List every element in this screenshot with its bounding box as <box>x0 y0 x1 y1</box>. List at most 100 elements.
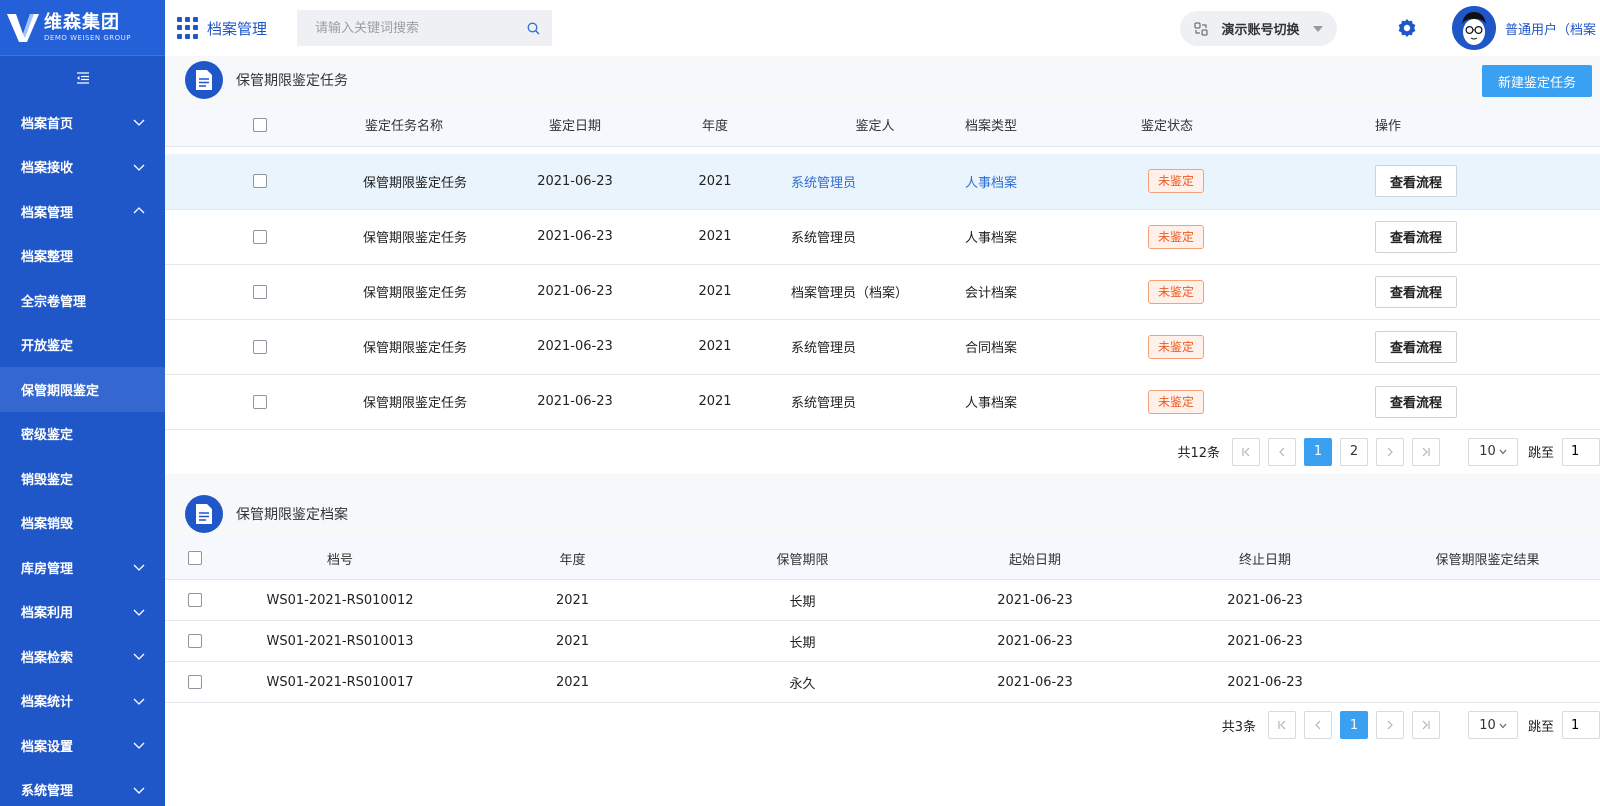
view-flow-button[interactable]: 查看流程 <box>1375 275 1457 308</box>
last-page-button[interactable] <box>1411 437 1440 466</box>
next-page-button[interactable] <box>1375 437 1404 466</box>
page-number-button[interactable]: 1 <box>1303 437 1332 466</box>
new-task-button[interactable]: 新建鉴定任务 <box>1482 65 1592 97</box>
prev-page-button[interactable] <box>1267 437 1296 466</box>
sidebar-item[interactable]: 密级鉴定 <box>0 412 165 457</box>
chevron-down-icon <box>133 695 145 707</box>
archive-section-header: 保管期限鉴定档案 <box>165 489 1600 538</box>
sidebar-item[interactable]: 开放鉴定 <box>0 323 165 368</box>
last-page-button[interactable] <box>1411 711 1440 739</box>
task-year: 2021 <box>645 319 785 375</box>
col-period: 保管期限 <box>690 537 915 580</box>
table-row[interactable]: WS01-2021-RS010013 2021 长期 2021-06-23 2021-0… <box>165 620 1600 662</box>
first-page-button[interactable] <box>1231 437 1260 466</box>
sidebar-item-label: 档案整理 <box>21 250 74 266</box>
prev-page-button[interactable] <box>1303 711 1332 739</box>
sidebar-item[interactable]: 档案首页 <box>0 100 165 145</box>
select-all-checkbox[interactable] <box>253 117 267 132</box>
archive-start: 2021-06-23 <box>915 661 1155 703</box>
archive-table: 档号 年度 保管期限 起始日期 终止日期 保管期限鉴定结果 WS01-2021-… <box>165 537 1600 703</box>
search-input[interactable] <box>315 20 516 36</box>
archive-period: 永久 <box>690 661 915 703</box>
module-title[interactable]: 档案管理 <box>207 18 267 39</box>
sidebar-item[interactable]: 系统管理 <box>0 768 165 806</box>
view-flow-button[interactable]: 查看流程 <box>1375 220 1457 253</box>
table-row[interactable]: 保管期限鉴定任务 2021-06-23 2021 系统管理员 人事档案 未鉴定 查看流程 <box>165 154 1600 210</box>
row-checkbox[interactable] <box>253 229 267 244</box>
sidebar-item[interactable]: 档案设置 <box>0 723 165 768</box>
sidebar-item[interactable]: 全宗卷管理 <box>0 278 165 323</box>
sidebar-item[interactable]: 档案检索 <box>0 634 165 679</box>
col-date: 鉴定日期 <box>505 104 645 147</box>
sidebar-item[interactable]: 档案管理 <box>0 189 165 234</box>
row-checkbox[interactable] <box>188 675 202 689</box>
row-checkbox[interactable] <box>253 174 267 189</box>
switch-account-icon <box>1194 22 1208 35</box>
settings-button[interactable] <box>1397 18 1417 42</box>
status-badge: 未鉴定 <box>1148 334 1205 359</box>
archive-period: 长期 <box>690 579 915 621</box>
task-name: 保管期限鉴定任务 <box>355 319 505 375</box>
next-page-button[interactable] <box>1375 711 1404 739</box>
jump-page-input[interactable] <box>1562 711 1600 739</box>
search-box[interactable] <box>297 10 553 46</box>
task-section-header: 保管期限鉴定任务 新建鉴定任务 <box>165 56 1600 104</box>
table-row[interactable]: WS01-2021-RS010017 2021 永久 2021-06-23 2021-0… <box>165 661 1600 703</box>
sidebar-item[interactable]: 档案接收 <box>0 145 165 190</box>
table-row[interactable]: 保管期限鉴定任务 2021-06-23 2021 系统管理员 人事档案 未鉴定 查看流程 <box>165 374 1600 430</box>
sidebar-item[interactable]: 档案利用 <box>0 590 165 635</box>
archive-period: 长期 <box>690 620 915 662</box>
select-all-checkbox[interactable] <box>188 551 202 566</box>
jump-page-input[interactable] <box>1562 437 1600 466</box>
account-switch-dropdown[interactable]: 演示账号切换 <box>1180 11 1337 46</box>
account-switch-label: 演示账号切换 <box>1221 23 1300 38</box>
sidebar-item[interactable]: 销毁鉴定 <box>0 456 165 501</box>
sidebar-item[interactable]: 档案销毁 <box>0 501 165 546</box>
table-row[interactable]: 保管期限鉴定任务 2021-06-23 2021 档案管理员（档案） 会计档案 未鉴定 查看… <box>165 264 1600 320</box>
sidebar-item-label: 系统管理 <box>21 784 74 800</box>
apps-grid-icon[interactable] <box>177 17 199 39</box>
sidebar-item[interactable]: 档案统计 <box>0 679 165 724</box>
archive-code: WS01-2021-RS010012 <box>225 579 455 621</box>
sidebar-item[interactable]: 档案整理 <box>0 234 165 279</box>
table-row[interactable]: 保管期限鉴定任务 2021-06-23 2021 系统管理员 人事档案 未鉴定 查看流程 <box>165 209 1600 265</box>
page-size-select[interactable]: 10 <box>1467 437 1518 466</box>
search-icon[interactable] <box>527 22 540 35</box>
table-row[interactable]: 保管期限鉴定任务 2021-06-23 2021 系统管理员 合同档案 未鉴定 查看流程 <box>165 319 1600 375</box>
sidebar-item[interactable]: 库房管理 <box>0 545 165 590</box>
user-name[interactable]: 普通用户（档案 <box>1505 19 1596 38</box>
row-checkbox[interactable] <box>253 284 267 299</box>
view-flow-button[interactable]: 查看流程 <box>1375 330 1457 363</box>
col-start-date: 起始日期 <box>915 537 1155 580</box>
row-checkbox[interactable] <box>253 339 267 354</box>
view-flow-button[interactable]: 查看流程 <box>1375 165 1457 198</box>
sidebar-item[interactable]: 保管期限鉴定 <box>0 367 165 412</box>
brand-v-icon <box>6 10 40 46</box>
chevron-down-icon <box>133 561 145 573</box>
document-icon <box>185 61 223 99</box>
task-person: 系统管理员 <box>785 319 965 375</box>
col-type: 档案类型 <box>965 104 1105 147</box>
sidebar-item-label: 全宗卷管理 <box>21 294 87 310</box>
first-page-button[interactable] <box>1267 711 1296 739</box>
section-divider <box>165 473 1600 490</box>
view-flow-button[interactable]: 查看流程 <box>1375 385 1457 418</box>
user-avatar[interactable] <box>1452 6 1496 50</box>
total-count: 共12条 <box>1177 446 1220 461</box>
archive-year: 2021 <box>455 579 690 621</box>
page-number-button[interactable]: 1 <box>1339 711 1368 739</box>
task-date: 2021-06-23 <box>505 209 645 265</box>
jump-label: 跳至 <box>1527 719 1554 735</box>
sidebar-item-label: 开放鉴定 <box>21 339 74 355</box>
brand-logo[interactable]: 维森集团 DEMO WEISEN GROUP <box>0 0 165 56</box>
row-checkbox[interactable] <box>188 634 202 648</box>
page-number-button[interactable]: 2 <box>1339 437 1368 466</box>
row-checkbox[interactable] <box>253 394 267 409</box>
page-size-select[interactable]: 10 <box>1467 711 1518 739</box>
table-row[interactable]: WS01-2021-RS010012 2021 长期 2021-06-23 2021-0… <box>165 579 1600 621</box>
collapse-menu-button[interactable] <box>0 56 165 100</box>
chevron-down-icon <box>133 784 145 796</box>
task-section-title: 保管期限鉴定任务 <box>236 73 348 89</box>
row-checkbox[interactable] <box>188 593 202 607</box>
sidebar-item-label: 档案统计 <box>21 695 74 711</box>
